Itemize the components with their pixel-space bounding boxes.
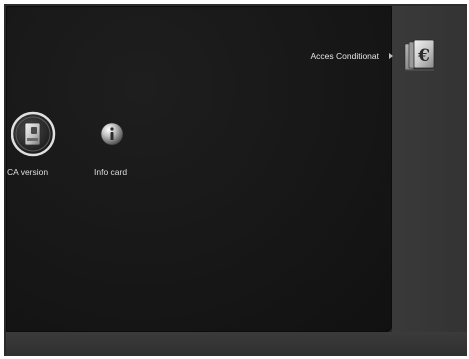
menu-item-label: CA version [7, 167, 49, 177]
info-icon [94, 115, 142, 163]
ca-version-icon [10, 110, 59, 158]
section-title: Acces Conditionat [310, 51, 379, 61]
tv-screen: Acces Conditionat € CA version Info card [0, 0, 469, 359]
svg-text:€: € [417, 46, 430, 66]
menu-item-label: Info card [94, 167, 128, 177]
bottom-bar [6, 332, 467, 356]
pointer-arrow-icon [389, 53, 393, 59]
menu-item-info-card[interactable]: Info card [92, 110, 142, 180]
menu-item-ca-version[interactable]: CA version [6, 110, 66, 180]
euro-card-icon: € [403, 38, 437, 76]
